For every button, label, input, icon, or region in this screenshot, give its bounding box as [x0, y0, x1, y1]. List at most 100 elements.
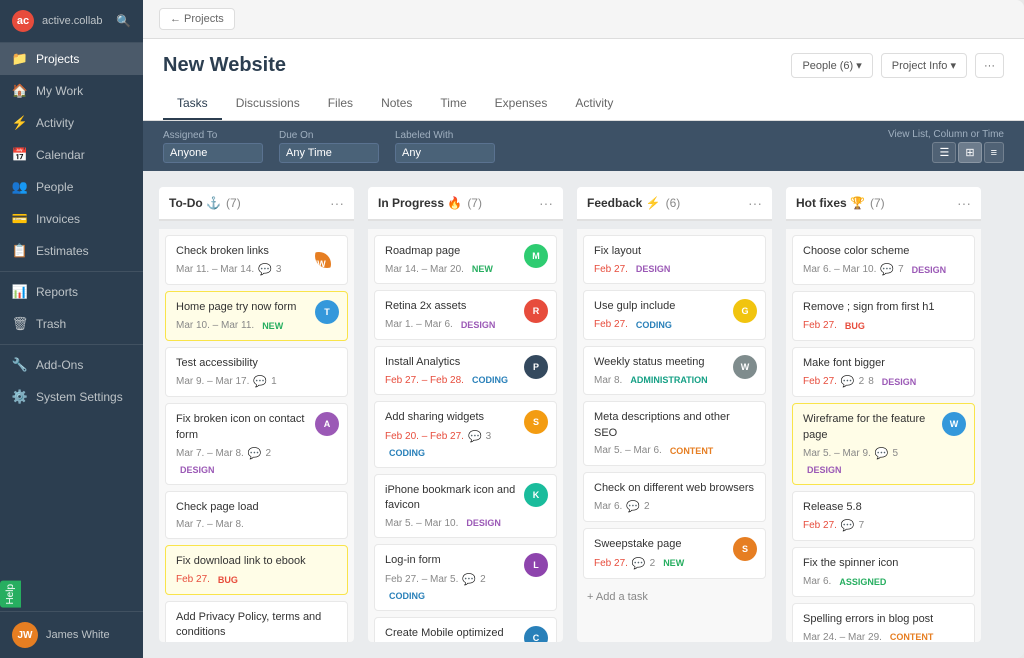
sidebar-item-label: System Settings: [36, 390, 123, 404]
sidebar-item-invoices[interactable]: 💳 Invoices: [0, 203, 143, 235]
main-content: ← Projects New Website People (6) ▾ Proj…: [143, 0, 1024, 658]
comment-icon: 💬: [468, 430, 482, 443]
card-fix-spinner[interactable]: Fix the spinner icon Mar 6. ASSIGNED: [792, 547, 975, 596]
tab-files[interactable]: Files: [314, 88, 367, 120]
sidebar-item-addons[interactable]: 🔧 Add-Ons: [0, 349, 143, 381]
activity-icon: ⚡: [12, 115, 28, 131]
card-tag: ASSIGNED: [835, 576, 890, 588]
card-fix-download-link[interactable]: Fix download link to ebook Feb 27. BUG: [165, 545, 348, 594]
tab-expenses[interactable]: Expenses: [481, 88, 562, 120]
card-remove-semicolon[interactable]: Remove ; sign from first h1 Feb 27. BUG: [792, 291, 975, 340]
add-task-feedback[interactable]: + Add a task: [583, 585, 766, 609]
sidebar-divider: [0, 271, 143, 272]
sidebar-item-activity[interactable]: ⚡ Activity: [0, 107, 143, 139]
card-tag: DESIGN: [878, 376, 921, 388]
card-fix-layout[interactable]: Fix layout Feb 27. DESIGN: [583, 235, 766, 284]
card-title: Add Privacy Policy, terms and conditions: [176, 610, 337, 641]
column-feedback-menu[interactable]: ···: [748, 195, 762, 211]
card-choose-color-scheme[interactable]: Choose color scheme Mar 6. – Mar 10. 💬7 …: [792, 235, 975, 285]
tab-activity[interactable]: Activity: [561, 88, 627, 120]
card-fix-broken-icon[interactable]: Fix broken icon on contact form Mar 7. –…: [165, 403, 348, 485]
card-meta: Mar 8. ADMINISTRATION: [594, 374, 729, 386]
card-wireframe-feature[interactable]: Wireframe for the feature page Mar 5. – …: [792, 403, 975, 485]
user-profile[interactable]: JW James White: [0, 611, 143, 658]
card-home-page[interactable]: Home page try now form Mar 10. – Mar 11.…: [165, 291, 348, 340]
more-options-button[interactable]: ···: [975, 53, 1004, 78]
breadcrumb-back-button[interactable]: ← Projects: [159, 8, 235, 30]
card-install-analytics[interactable]: Install Analytics Feb 27. – Feb 28. CODI…: [374, 346, 557, 395]
card-add-sharing-widgets[interactable]: Add sharing widgets Feb 20. – Feb 27. 💬3…: [374, 401, 557, 467]
sidebar-logo: ac active.collab 🔍: [0, 0, 143, 43]
list-view-button[interactable]: ☰: [932, 142, 956, 163]
card-retina-assets[interactable]: Retina 2x assets Mar 1. – Mar 6. DESIGN …: [374, 290, 557, 339]
card-meta: Feb 27. 💬2 NEW: [594, 557, 729, 570]
column-feedback-title: Feedback ⚡ (6): [587, 196, 680, 210]
comment-icon: 💬: [841, 375, 855, 388]
card-meta: Feb 27. BUG: [803, 320, 964, 332]
sidebar-item-projects[interactable]: 📁 Projects: [0, 43, 143, 75]
due-on-select[interactable]: Any Time: [279, 143, 379, 163]
help-badge[interactable]: Help: [0, 581, 21, 608]
card-test-accessibility[interactable]: Test accessibility Mar 9. – Mar 17. 💬1: [165, 347, 348, 397]
card-check-broken-links[interactable]: Check broken links Mar 11. – Mar 14. 💬3 …: [165, 235, 348, 285]
sidebar-item-systemsettings[interactable]: ⚙️ System Settings: [0, 381, 143, 413]
card-make-font-bigger[interactable]: Make font bigger Feb 27. 💬2 8 DESIGN: [792, 347, 975, 397]
column-todo-menu[interactable]: ···: [330, 195, 344, 211]
tab-notes[interactable]: Notes: [367, 88, 426, 120]
card-avatar: S: [733, 537, 757, 561]
project-info-button[interactable]: Project Info ▾: [881, 53, 967, 78]
card-login-form[interactable]: Log-in form Feb 27. – Mar 5. 💬2 CODING L: [374, 544, 557, 610]
sidebar-item-mywork[interactable]: 🏠 My Work: [0, 75, 143, 107]
people-icon: 👥: [12, 179, 28, 195]
card-release-58[interactable]: Release 5.8 Feb 27. 💬7: [792, 491, 975, 541]
card-title: Add sharing widgets: [385, 410, 520, 425]
column-view-button[interactable]: ⊞: [958, 142, 981, 163]
tab-discussions[interactable]: Discussions: [222, 88, 314, 120]
column-feedback-cards: Fix layout Feb 27. DESIGN Use gulp inclu…: [577, 229, 772, 642]
card-use-gulp[interactable]: Use gulp include Feb 27. CODING G: [583, 290, 766, 339]
people-button[interactable]: People (6) ▾: [791, 53, 872, 78]
card-spelling-errors[interactable]: Spelling errors in blog post Mar 24. – M…: [792, 603, 975, 642]
card-check-browsers[interactable]: Check on different web browsers Mar 6. 💬…: [583, 472, 766, 522]
card-roadmap-page[interactable]: Roadmap page Mar 14. – Mar 20. NEW M: [374, 235, 557, 284]
card-iphone-bookmark[interactable]: iPhone bookmark icon and favicon Mar 5. …: [374, 474, 557, 539]
card-add-privacy-policy[interactable]: Add Privacy Policy, terms and conditions…: [165, 601, 348, 642]
card-avatar: P: [524, 355, 548, 379]
labeled-with-select[interactable]: Any: [395, 143, 495, 163]
card-weekly-status[interactable]: Weekly status meeting Mar 8. ADMINISTRAT…: [583, 346, 766, 395]
card-tag: DESIGN: [803, 464, 846, 476]
card-meta: Feb 20. – Feb 27. 💬3 CODING: [385, 430, 520, 459]
time-view-button[interactable]: ≡: [984, 142, 1004, 163]
sidebar-item-people[interactable]: 👥 People: [0, 171, 143, 203]
card-check-page-load[interactable]: Check page load Mar 7. – Mar 8.: [165, 491, 348, 539]
card-meta: Mar 7. – Mar 8. 💬2 DESIGN: [176, 447, 311, 476]
column-inprogress-menu[interactable]: ···: [539, 195, 553, 211]
card-mobile-optimized[interactable]: Create Mobile optimized version Feb 28. …: [374, 617, 557, 642]
tab-tasks[interactable]: Tasks: [163, 88, 222, 120]
search-icon[interactable]: 🔍: [116, 14, 131, 28]
sidebar-item-label: Activity: [36, 116, 74, 130]
sidebar-item-trash[interactable]: 🗑 Trash: [0, 308, 143, 340]
card-title: Create Mobile optimized version: [385, 626, 520, 642]
sidebar-item-estimates[interactable]: 📋 Estimates: [0, 235, 143, 267]
card-meta: Feb 27. DESIGN: [594, 263, 755, 275]
tab-time[interactable]: Time: [426, 88, 480, 120]
sidebar-item-reports[interactable]: 📊 Reports: [0, 276, 143, 308]
card-sweepstake-page[interactable]: Sweepstake page Feb 27. 💬2 NEW S: [583, 528, 766, 578]
comment-icon: 💬: [258, 263, 272, 276]
view-controls: View List, Column or Time ☰ ⊞ ≡: [888, 129, 1004, 163]
card-tag: DESIGN: [908, 264, 951, 276]
topbar: ← Projects: [143, 0, 1024, 39]
card-tag: DESIGN: [632, 263, 675, 275]
card-meta-descriptions[interactable]: Meta descriptions and other SEO Mar 5. –…: [583, 401, 766, 466]
comment-icon: 💬: [632, 557, 646, 570]
invoices-icon: 💳: [12, 211, 28, 227]
card-meta: Feb 27. 💬7: [803, 519, 964, 532]
card-meta: Mar 6. ASSIGNED: [803, 576, 964, 588]
card-title: Fix the spinner icon: [803, 556, 964, 571]
app-logo-icon: ac: [12, 10, 34, 32]
sidebar-item-calendar[interactable]: 📅 Calendar: [0, 139, 143, 171]
assigned-to-select[interactable]: Anyone: [163, 143, 263, 163]
card-avatar: W: [942, 412, 966, 436]
column-hotfixes-menu[interactable]: ···: [957, 195, 971, 211]
